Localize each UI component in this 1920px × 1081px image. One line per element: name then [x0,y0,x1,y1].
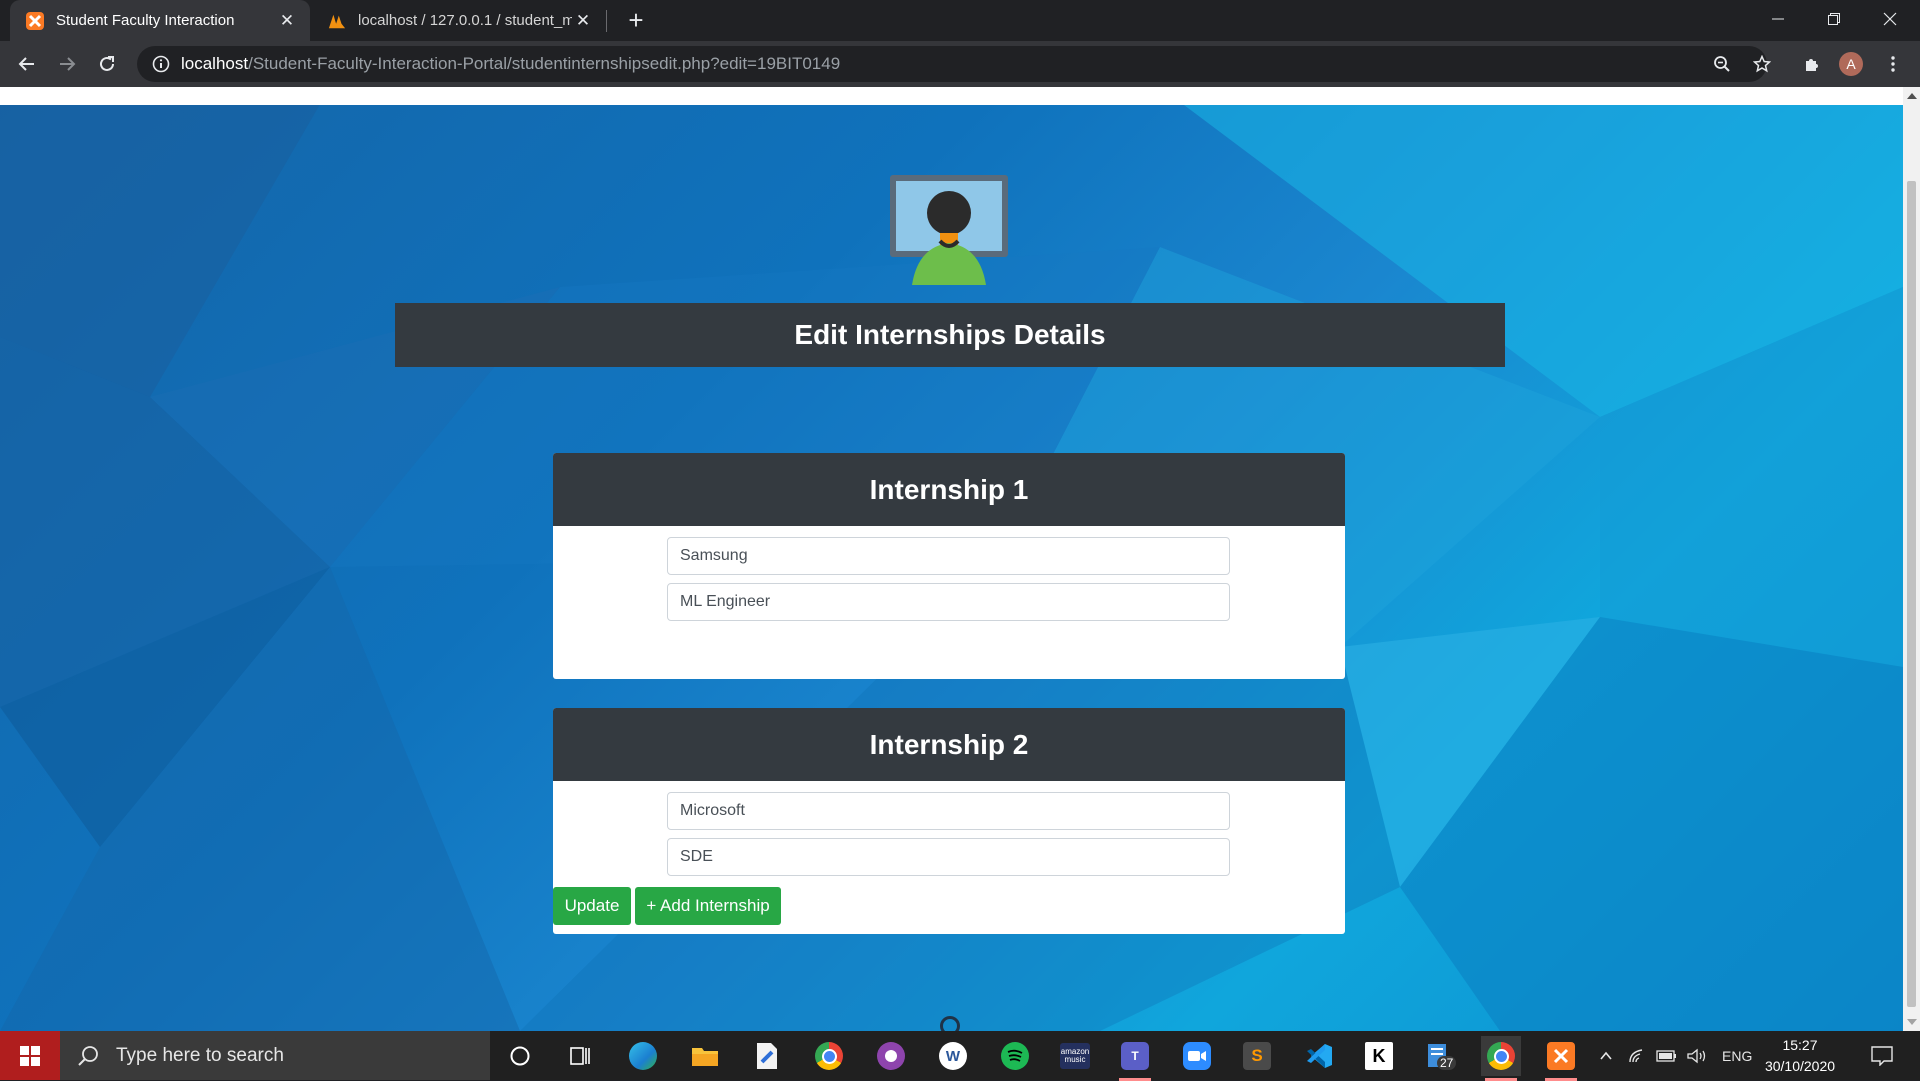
company-input[interactable] [667,792,1230,830]
spotify-icon[interactable] [995,1036,1035,1076]
search-icon [78,1045,98,1066]
scrollbar-thumb[interactable] [1907,181,1916,1007]
scroll-down-arrow-icon[interactable] [1907,1019,1917,1025]
tab-student-faculty[interactable]: Student Faculty Interaction ✕ [10,0,310,41]
add-internship-button[interactable]: + Add Internship [635,887,781,925]
battery-icon[interactable] [1656,1049,1678,1063]
close-tab-icon[interactable]: ✕ [572,10,594,32]
teams-icon[interactable]: T [1115,1036,1155,1081]
url-host: localhost [181,54,249,73]
address-bar[interactable]: localhost/Student-Faculty-Interaction-Po… [137,46,1767,82]
volume-icon[interactable] [1686,1048,1708,1064]
word-icon[interactable]: W [933,1036,973,1076]
search-placeholder: Type here to search [116,1044,284,1066]
back-button[interactable] [10,47,44,81]
zoom-icon[interactable] [1177,1036,1217,1076]
edge-icon[interactable] [623,1036,663,1076]
tab-divider [606,10,607,32]
close-tab-icon[interactable]: ✕ [276,10,298,32]
tab-title: localhost / 127.0.0.1 / student_m [358,12,572,29]
loading-spinner-icon [940,1016,960,1031]
notification-badge: 27 [1437,1056,1457,1070]
scroll-up-arrow-icon[interactable] [1907,93,1917,99]
forward-button[interactable] [50,47,84,81]
vscode-icon[interactable] [1299,1036,1339,1076]
amazon-music-icon[interactable]: amazon music [1055,1036,1095,1076]
page-viewport: Edit Internships Details Internship 1 In… [0,87,1903,1031]
clock-time: 15:27 [1782,1037,1818,1053]
taskbar-search-box[interactable]: Type here to search [60,1031,490,1080]
forward-arrow-icon [60,57,76,71]
close-window-button[interactable] [1862,0,1918,38]
profile-avatar[interactable]: A [1839,52,1863,76]
back-arrow-icon [18,57,34,71]
clock-date: 30/10/2020 [1764,1058,1836,1074]
update-button[interactable]: Update [553,887,631,925]
start-button[interactable] [0,1031,60,1080]
chrome-icon[interactable] [809,1036,849,1076]
page-top-strip [0,87,1903,105]
reload-icon [100,56,114,71]
kotlin-icon[interactable]: K [1359,1036,1399,1076]
new-tab-button[interactable]: + [622,5,650,35]
file-explorer-icon[interactable] [685,1036,725,1076]
task-view-icon[interactable] [560,1036,600,1076]
role-input[interactable] [667,583,1230,621]
language-indicator[interactable]: ENG [1722,1048,1752,1064]
sublime-text-icon[interactable]: S [1237,1036,1277,1076]
notepad-icon[interactable]: 27 [1419,1036,1459,1076]
github-desktop-icon[interactable] [871,1036,911,1076]
xampp-taskbar-icon[interactable] [1541,1036,1581,1081]
system-tray: ENG [1598,1031,1752,1080]
bookmark-star-icon[interactable] [1745,47,1779,81]
internship-card-title: Internship 1 [553,453,1345,526]
paint-icon[interactable] [747,1036,787,1076]
notifications-icon[interactable] [1862,1036,1902,1076]
phpmyadmin-icon [328,12,346,30]
internship-card-1: Internship 1 [553,453,1345,679]
internship-card-title: Internship 2 [553,708,1345,781]
site-info-icon[interactable] [151,54,171,74]
reload-button[interactable] [90,47,124,81]
xampp-icon [26,11,44,30]
extensions-puzzle-icon[interactable] [1795,47,1829,81]
taskbar-clock[interactable]: 15:27 30/10/2020 [1760,1035,1840,1077]
zoom-icon[interactable] [1705,47,1739,81]
windows-taskbar: Type here to search W amazon music T S K… [0,1031,1920,1081]
url-path: /Student-Faculty-Interaction-Portal/stud… [248,54,841,73]
restore-button[interactable] [1806,0,1862,38]
tab-strip: Student Faculty Interaction ✕ localhost … [0,0,1920,41]
tab-title: Student Faculty Interaction [56,12,235,29]
page-scrollbar[interactable] [1903,87,1920,1031]
browser-toolbar: localhost/Student-Faculty-Interaction-Po… [0,41,1920,87]
minimize-button[interactable] [1750,0,1806,38]
chrome-running-icon[interactable] [1481,1036,1521,1081]
page-title: Edit Internships Details [395,303,1505,367]
tab-phpmyadmin[interactable]: localhost / 127.0.0.1 / student_m ✕ [314,0,606,41]
windows-logo-icon [20,1045,40,1066]
show-hidden-icons-chevron-icon[interactable] [1598,1048,1614,1064]
menu-kebab-icon[interactable] [1876,47,1910,81]
student-avatar-icon [890,175,1008,285]
role-input[interactable] [667,838,1230,876]
company-input[interactable] [667,537,1230,575]
cortana-icon[interactable] [500,1036,540,1076]
network-icon[interactable] [1628,1048,1646,1064]
